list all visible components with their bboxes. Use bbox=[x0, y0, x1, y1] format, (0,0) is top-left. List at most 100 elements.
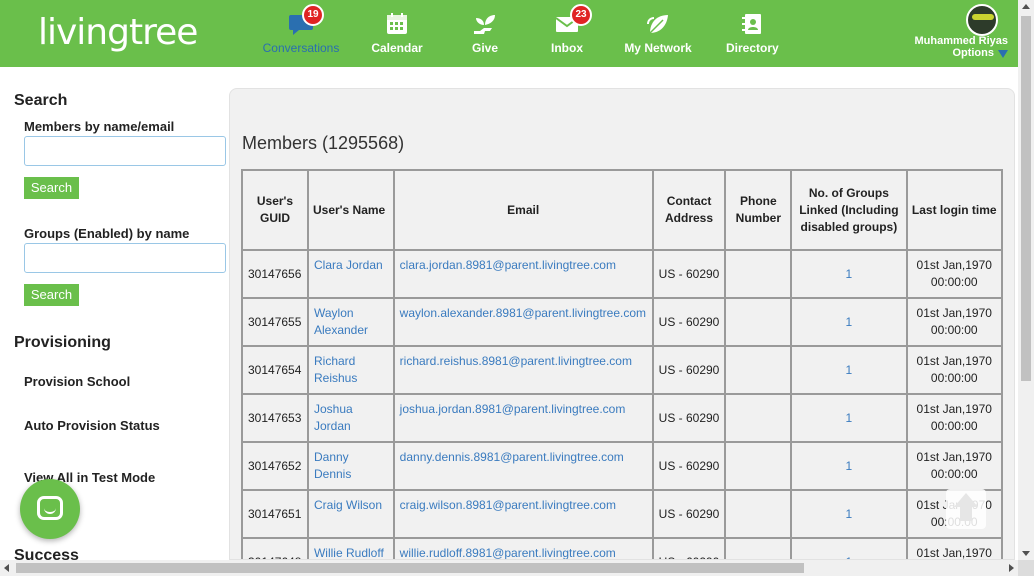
members-search-label: Members by name/email bbox=[24, 119, 175, 134]
cell-email-link[interactable]: danny.dennis.8981@parent.livingtree.com bbox=[400, 450, 624, 464]
cell-email-link[interactable]: joshua.jordan.8981@parent.livingtree.com bbox=[400, 402, 626, 416]
cell-groups-count-link[interactable]: 1 bbox=[846, 507, 853, 521]
table-cell: 01st Jan,1970 00:00:00 bbox=[905, 393, 1003, 443]
members-panel: Members (1295568) User's GUID User's Nam… bbox=[229, 88, 1015, 560]
cell-user-name-link[interactable]: Joshua Jordan bbox=[314, 402, 353, 433]
cell-contact-address: US - 60290 bbox=[658, 266, 720, 281]
cell-contact-address: US - 60290 bbox=[658, 410, 720, 425]
horizontal-scrollbar[interactable] bbox=[0, 560, 1018, 576]
conversations-badge: 19 bbox=[302, 4, 324, 26]
table-cell: 01st Jan,1970 00:00:00 bbox=[905, 441, 1003, 491]
cell-email-link[interactable]: richard.reishus.8981@parent.livingtree.c… bbox=[400, 354, 632, 368]
table-cell: 30147654 bbox=[241, 345, 309, 395]
col-header-name: User's Name bbox=[306, 169, 395, 251]
vertical-scroll-thumb[interactable] bbox=[1021, 16, 1031, 381]
nav-conversations[interactable]: Conversations 19 bbox=[262, 0, 340, 67]
scroll-up-arrow-icon[interactable] bbox=[1022, 4, 1030, 9]
cell-email-link[interactable]: willie.rudloff.8981@parent.livingtree.co… bbox=[400, 546, 616, 559]
cell-last-login: 01st Jan,1970 00:00:00 bbox=[916, 402, 992, 433]
cell-groups-count-link[interactable]: 1 bbox=[846, 411, 853, 425]
nav-give[interactable]: Give bbox=[465, 0, 505, 67]
cell-last-login: 01st Jan,1970 00:00:00 bbox=[916, 354, 992, 385]
cell-user-name-link[interactable]: Craig Wilson bbox=[314, 498, 382, 512]
table-cell bbox=[724, 393, 793, 443]
livingtree-logo[interactable]: livingtree bbox=[38, 8, 198, 56]
table-cell: US - 60290 bbox=[651, 249, 727, 299]
horizontal-scroll-thumb[interactable] bbox=[16, 563, 804, 573]
members-search-input[interactable] bbox=[24, 136, 226, 166]
cell-user-name-link[interactable]: Danny Dennis bbox=[314, 450, 351, 481]
provision-school-link[interactable]: Provision School bbox=[24, 374, 130, 389]
cell-groups-count-link[interactable]: 1 bbox=[846, 315, 853, 329]
scroll-right-arrow-icon[interactable] bbox=[1009, 564, 1014, 572]
table-cell: 01st Jan,1970 00:00:00 bbox=[905, 249, 1003, 299]
scrollbar-corner bbox=[1018, 560, 1034, 576]
cell-groups-count-link[interactable]: 1 bbox=[846, 363, 853, 377]
cell-guid: 30147656 bbox=[248, 266, 302, 281]
user-options[interactable]: Options bbox=[952, 47, 1008, 59]
table-cell: Willie Rudloff bbox=[306, 537, 395, 559]
nav-calendar[interactable]: Calendar bbox=[368, 0, 426, 67]
cell-user-name-link[interactable]: Richard Reishus bbox=[314, 354, 357, 385]
table-cell: US - 60290 bbox=[651, 393, 727, 443]
table-row: 30147653 Joshua Jordan joshua.jordan.8981@… bbox=[241, 393, 1003, 443]
cell-email-link[interactable]: craig.wilson.8981@parent.livingtree.com bbox=[400, 498, 616, 512]
cell-email-link[interactable]: clara.jordan.8981@parent.livingtree.com bbox=[400, 258, 616, 272]
table-cell bbox=[724, 537, 793, 559]
nav-directory[interactable]: Directory bbox=[726, 0, 779, 67]
vertical-scrollbar[interactable] bbox=[1018, 0, 1034, 560]
user-options-label: Options bbox=[952, 47, 994, 59]
table-cell: 1 bbox=[790, 297, 908, 347]
table-cell: Danny Dennis bbox=[306, 441, 395, 491]
success-heading: Success bbox=[14, 547, 79, 560]
table-cell: 01st Jan,1970 00:00:00 bbox=[905, 345, 1003, 395]
table-cell: danny.dennis.8981@parent.livingtree.com bbox=[392, 441, 654, 491]
table-cell: US - 60290 bbox=[651, 441, 727, 491]
user-menu[interactable]: Muhammed Riyas Options bbox=[888, 4, 1008, 64]
nav-label-inbox: Inbox bbox=[551, 41, 583, 55]
scroll-down-arrow-icon[interactable] bbox=[1022, 551, 1030, 556]
table-row: 30147655 Waylon Alexander waylon.alexander… bbox=[241, 297, 1003, 347]
cell-user-name-link[interactable]: Willie Rudloff bbox=[314, 546, 384, 559]
table-cell: Waylon Alexander bbox=[306, 297, 395, 347]
col-header-email: Email bbox=[392, 169, 654, 251]
groups-search-button[interactable]: Search bbox=[24, 284, 79, 306]
table-cell: Clara Jordan bbox=[306, 249, 395, 299]
scroll-to-top-button[interactable] bbox=[946, 489, 986, 529]
groups-search-label: Groups (Enabled) by name bbox=[24, 226, 190, 241]
members-search-button[interactable]: Search bbox=[24, 177, 79, 199]
chevron-down-icon bbox=[998, 50, 1008, 58]
cell-guid: 30147652 bbox=[248, 458, 302, 473]
cell-contact-address: US - 60290 bbox=[658, 314, 720, 329]
table-cell: 1 bbox=[790, 441, 908, 491]
groups-search-input[interactable] bbox=[24, 243, 226, 273]
table-cell: 01st Jan,1970 00:00:00 bbox=[905, 297, 1003, 347]
chat-launcher-button[interactable] bbox=[20, 479, 80, 539]
cell-user-name-link[interactable]: Clara Jordan bbox=[314, 258, 383, 272]
table-cell: waylon.alexander.8981@parent.livingtree.… bbox=[392, 297, 654, 347]
nav-my-network[interactable]: My Network bbox=[624, 0, 692, 67]
cell-groups-count-link[interactable]: 1 bbox=[846, 459, 853, 473]
cell-user-name-link[interactable]: Waylon Alexander bbox=[314, 306, 368, 337]
table-row: 30147651 Craig Wilson craig.wilson.8981@pa… bbox=[241, 489, 1003, 539]
avatar[interactable] bbox=[966, 4, 998, 36]
cell-last-login: 01st Jan,1970 00:00:00 bbox=[916, 306, 992, 337]
members-table: User's GUID User's Name Email Contact Ad… bbox=[241, 169, 1003, 559]
top-nav-bar: livingtree Conversations 19 Calendar Giv… bbox=[0, 0, 1018, 67]
nav-inbox[interactable]: Inbox 23 bbox=[548, 0, 592, 67]
table-cell: craig.wilson.8981@parent.livingtree.com bbox=[392, 489, 654, 539]
table-cell bbox=[724, 249, 793, 299]
table-cell bbox=[724, 345, 793, 395]
table-cell bbox=[724, 489, 793, 539]
table-cell: joshua.jordan.8981@parent.livingtree.com bbox=[392, 393, 654, 443]
auto-provision-status-link[interactable]: Auto Provision Status bbox=[24, 418, 160, 433]
table-cell: 01st Jan,1970 00:00:00 bbox=[905, 537, 1003, 559]
scroll-left-arrow-icon[interactable] bbox=[4, 564, 9, 572]
table-cell: 30147656 bbox=[241, 249, 309, 299]
table-cell: 1 bbox=[790, 345, 908, 395]
table-cell: Craig Wilson bbox=[306, 489, 395, 539]
cell-email-link[interactable]: waylon.alexander.8981@parent.livingtree.… bbox=[400, 306, 646, 320]
table-cell: richard.reishus.8981@parent.livingtree.c… bbox=[392, 345, 654, 395]
provisioning-heading: Provisioning bbox=[14, 334, 111, 351]
cell-groups-count-link[interactable]: 1 bbox=[846, 267, 853, 281]
